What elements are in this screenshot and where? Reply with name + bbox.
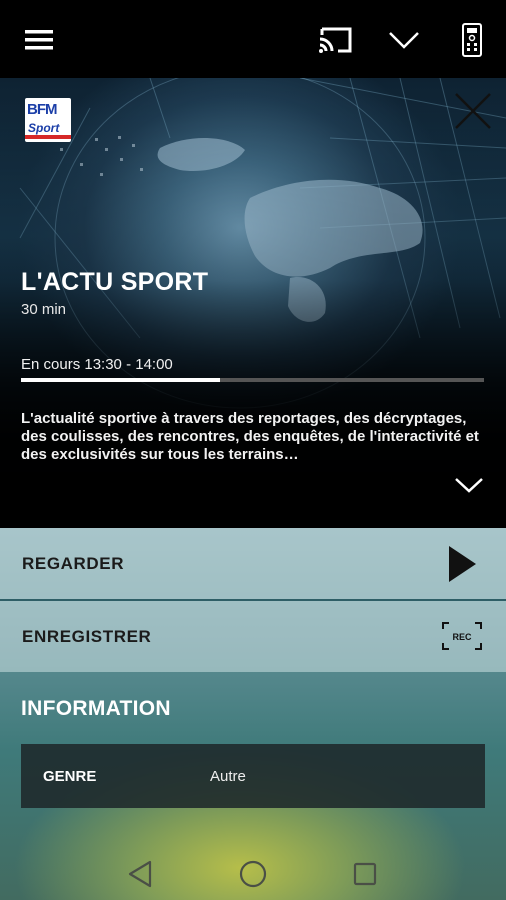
information-heading: INFORMATION bbox=[21, 697, 171, 720]
watch-label: REGARDER bbox=[22, 554, 125, 573]
home-icon[interactable] bbox=[238, 859, 268, 889]
chevron-down-icon[interactable] bbox=[384, 20, 424, 60]
cast-icon[interactable] bbox=[316, 20, 356, 60]
genre-key: GENRE bbox=[43, 768, 97, 785]
airing-status: En cours 13:30 - 14:00 bbox=[21, 356, 173, 373]
channel-logo-text: BFM bbox=[27, 101, 57, 118]
channel-logo-subtext: Sport bbox=[28, 121, 60, 135]
record-label: ENREGISTRER bbox=[22, 627, 152, 646]
genre-value: Autre bbox=[210, 768, 246, 785]
top-app-bar bbox=[0, 0, 506, 78]
back-icon[interactable] bbox=[126, 859, 156, 889]
information-card: GENRE Autre bbox=[21, 744, 485, 808]
program-hero: BFM Sport L'ACTU SPORT 30 min En cours 1… bbox=[0, 78, 506, 528]
airing-progress-fill bbox=[21, 378, 221, 382]
recent-apps-icon[interactable] bbox=[350, 859, 380, 889]
record-icon: REC bbox=[442, 622, 482, 650]
program-title: L'ACTU SPORT bbox=[21, 268, 209, 296]
hamburger-menu-icon[interactable] bbox=[20, 20, 60, 60]
play-icon bbox=[449, 546, 476, 582]
system-navigation-bar bbox=[0, 845, 506, 900]
program-description: L'actualité sportive à travers des repor… bbox=[21, 410, 479, 463]
remote-control-icon[interactable] bbox=[452, 20, 492, 60]
watch-button[interactable]: REGARDER bbox=[0, 528, 506, 599]
close-icon[interactable] bbox=[452, 90, 494, 132]
channel-logo-stripe bbox=[25, 135, 71, 139]
expand-description-chevron-icon[interactable] bbox=[452, 473, 486, 497]
program-duration: 30 min bbox=[21, 301, 67, 318]
record-button[interactable]: ENREGISTRER REC bbox=[0, 601, 506, 672]
channel-logo: BFM Sport bbox=[25, 98, 71, 142]
record-icon-text: REC bbox=[452, 632, 472, 642]
airing-progress-bar bbox=[21, 378, 484, 382]
